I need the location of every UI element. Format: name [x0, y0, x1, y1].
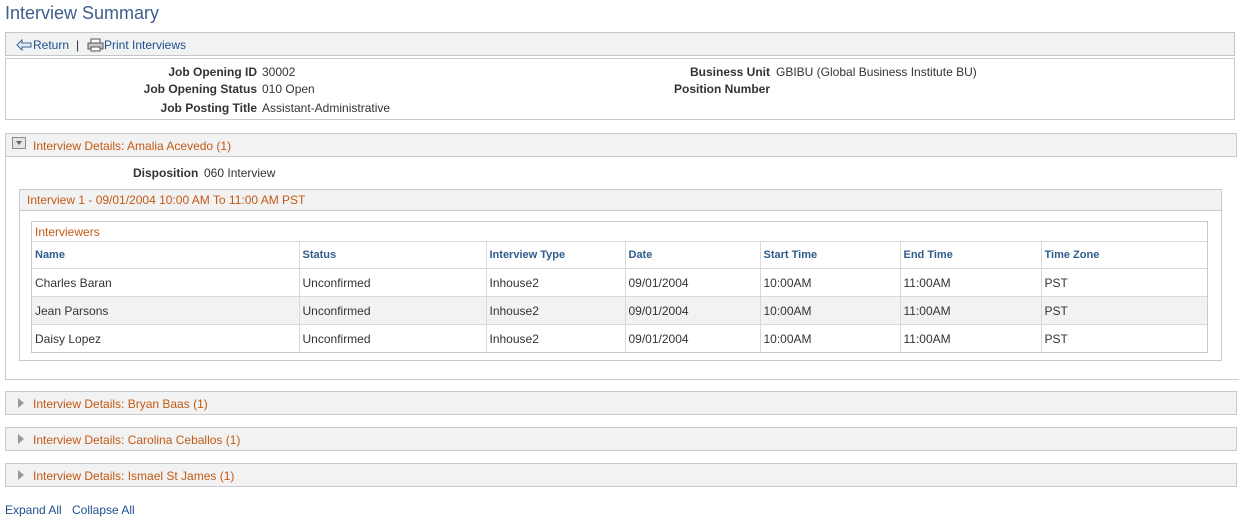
- job-opening-status-label: Job Opening Status: [143, 82, 257, 96]
- triangle-right-icon[interactable]: [18, 470, 24, 480]
- toolbar-separator: |: [76, 38, 80, 52]
- job-opening-header: Job Opening ID 30002 Job Opening Status …: [5, 58, 1235, 120]
- printer-icon: [87, 38, 104, 52]
- cell-date: 09/01/2004: [625, 296, 761, 325]
- triangle-right-icon[interactable]: [18, 434, 24, 444]
- interviewers-table: Name Status Interview Type Date Start Ti…: [32, 241, 1207, 352]
- job-posting-title-label: Job Posting Title: [160, 101, 257, 115]
- interview-title: Interview 1 - 09/01/2004 10:00 AM To 11:…: [27, 193, 306, 207]
- section-carolina-ceballos[interactable]: Interview Details: Carolina Ceballos (1): [5, 427, 1237, 451]
- column-header[interactable]: End Time: [900, 241, 1042, 269]
- return-label: Return: [33, 38, 70, 52]
- section-title[interactable]: Interview Details: Bryan Baas (1): [33, 397, 208, 411]
- collapse-toggle-icon[interactable]: [12, 137, 26, 149]
- column-header[interactable]: Interview Type: [486, 241, 626, 269]
- expand-all-link[interactable]: Expand All: [5, 503, 62, 517]
- cell-end-time: 11:00AM: [900, 296, 1042, 325]
- collapse-all-link[interactable]: Collapse All: [72, 503, 135, 517]
- column-header[interactable]: Name: [32, 241, 300, 269]
- cell-date: 09/01/2004: [625, 268, 761, 297]
- section-ismael-st-james[interactable]: Interview Details: Ismael St James (1): [5, 463, 1237, 487]
- table-row: Daisy Lopez Unconfirmed Inhouse2 09/01/2…: [32, 324, 1207, 352]
- cell-interview-type: Inhouse2: [486, 268, 626, 297]
- cell-start-time: 10:00AM: [760, 296, 901, 325]
- job-posting-title-value: Assistant-Administrative: [262, 101, 391, 115]
- interview-header: Interview 1 - 09/01/2004 10:00 AM To 11:…: [20, 190, 1221, 211]
- section-amalia-acevedo[interactable]: Interview Details: Amalia Acevedo (1): [5, 133, 1237, 157]
- cell-time-zone: PST: [1041, 296, 1207, 325]
- toolbar: Return | Print Interviews: [5, 32, 1235, 56]
- cell-time-zone: PST: [1041, 268, 1207, 297]
- column-header[interactable]: Time Zone: [1041, 241, 1207, 269]
- cell-interview-type: Inhouse2: [486, 296, 626, 325]
- cell-end-time: 11:00AM: [900, 324, 1042, 352]
- print-interviews-label: Print Interviews: [104, 38, 187, 52]
- cell-status: Unconfirmed: [299, 268, 487, 297]
- column-header[interactable]: Status: [299, 241, 487, 269]
- section-title[interactable]: Interview Details: Ismael St James (1): [33, 469, 234, 483]
- cell-name: Jean Parsons: [32, 296, 300, 325]
- table-row: Charles Baran Unconfirmed Inhouse2 09/01…: [32, 268, 1207, 297]
- section-title[interactable]: Interview Details: Carolina Ceballos (1): [33, 433, 240, 447]
- triangle-right-icon[interactable]: [18, 398, 24, 408]
- disposition-label: Disposition: [133, 166, 199, 180]
- return-link[interactable]: Return: [16, 38, 69, 52]
- job-opening-id-label: Job Opening ID: [168, 65, 257, 79]
- cell-status: Unconfirmed: [299, 324, 487, 352]
- interviewers-grid: Interviewers Name Status Interview Type …: [31, 221, 1208, 353]
- cell-name: Charles Baran: [32, 268, 300, 297]
- disposition-value: 060 Interview: [204, 166, 276, 180]
- job-opening-id-value: 30002: [262, 65, 296, 79]
- column-header[interactable]: Start Time: [760, 241, 901, 269]
- return-arrow-icon: [16, 39, 32, 51]
- page-title: Interview Summary: [5, 3, 160, 23]
- table-row: Jean Parsons Unconfirmed Inhouse2 09/01/…: [32, 296, 1207, 325]
- position-number-label: Position Number: [673, 82, 770, 96]
- business-unit-value: GBIBU (Global Business Institute BU): [776, 65, 977, 79]
- print-interviews-link[interactable]: Print Interviews: [87, 38, 186, 52]
- grid-title: Interviewers: [35, 225, 100, 239]
- cell-date: 09/01/2004: [625, 324, 761, 352]
- cell-start-time: 10:00AM: [760, 268, 901, 297]
- cell-end-time: 11:00AM: [900, 268, 1042, 297]
- cell-start-time: 10:00AM: [760, 324, 901, 352]
- business-unit-label: Business Unit: [689, 65, 770, 79]
- section-title[interactable]: Interview Details: Amalia Acevedo (1): [33, 139, 231, 153]
- cell-interview-type: Inhouse2: [486, 324, 626, 352]
- job-opening-status-value: 010 Open: [262, 82, 315, 96]
- table-header-row: Name Status Interview Type Date Start Ti…: [32, 241, 1207, 269]
- cell-time-zone: PST: [1041, 324, 1207, 352]
- cell-status: Unconfirmed: [299, 296, 487, 325]
- cell-name: Daisy Lopez: [32, 324, 300, 352]
- section-bryan-baas[interactable]: Interview Details: Bryan Baas (1): [5, 391, 1237, 415]
- column-header[interactable]: Date: [625, 241, 761, 269]
